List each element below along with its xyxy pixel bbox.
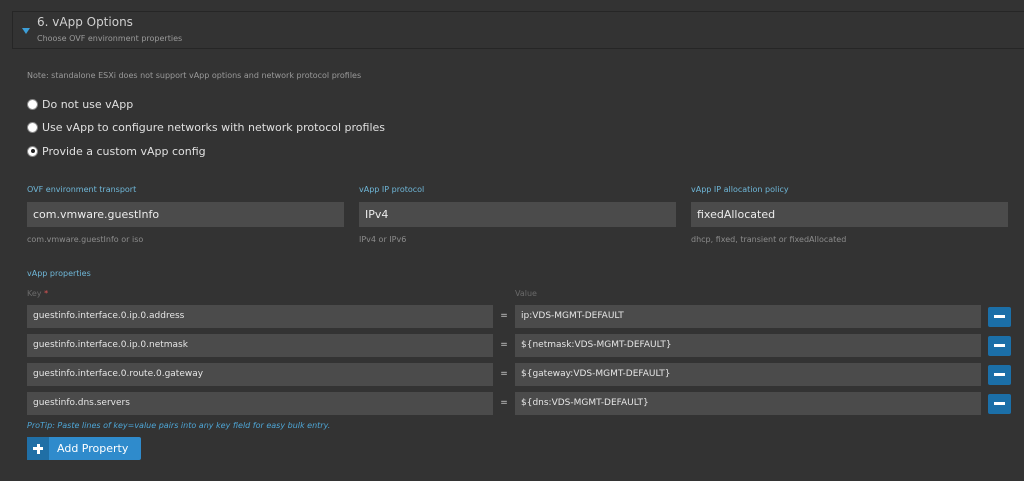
add-property-label: Add Property	[57, 442, 129, 455]
ip-protocol-help: IPv4 or IPv6	[359, 235, 407, 244]
ip-allocation-help: dhcp, fixed, transient or fixedAllocated	[691, 235, 847, 244]
radio-custom-config[interactable]: Provide a custom vApp config	[27, 143, 206, 159]
property-value-input[interactable]: ${gateway:VDS-MGMT-DEFAULT}	[515, 363, 981, 386]
property-row: guestinfo.interface.0.ip.0.address = ip:…	[0, 305, 1024, 328]
radio-network-profiles[interactable]: Use vApp to configure networks with netw…	[27, 119, 385, 135]
remove-property-button[interactable]	[988, 394, 1011, 414]
transport-label: OVF environment transport	[27, 185, 137, 194]
radio-label: Provide a custom vApp config	[42, 144, 206, 158]
required-mark: *	[44, 289, 49, 298]
remove-property-button[interactable]	[988, 365, 1011, 385]
equals-sign: =	[500, 340, 508, 350]
radio-label: Do not use vApp	[42, 97, 134, 111]
equals-sign: =	[500, 398, 508, 408]
transport-help: com.vmware.guestInfo or iso	[27, 235, 144, 244]
add-property-button[interactable]: Add Property	[27, 437, 141, 460]
minus-icon	[994, 373, 1005, 376]
transport-input[interactable]: com.vmware.guestInfo	[27, 202, 344, 227]
section-header[interactable]: 6. vApp Options Choose OVF environment p…	[12, 11, 1024, 49]
ip-allocation-input[interactable]: fixedAllocated	[691, 202, 1008, 227]
plus-icon	[27, 437, 49, 460]
property-key-input[interactable]: guestinfo.interface.0.route.0.gateway	[27, 363, 493, 386]
section-title: 6. vApp Options	[37, 15, 133, 29]
radio-no-vapp[interactable]: Do not use vApp	[27, 96, 133, 112]
section-subtitle: Choose OVF environment properties	[37, 34, 183, 43]
vapp-properties-title: vApp properties	[27, 269, 91, 278]
property-row: guestinfo.dns.servers = ${dns:VDS-MGMT-D…	[0, 392, 1024, 415]
equals-sign: =	[500, 311, 508, 321]
property-value-input[interactable]: ip:VDS-MGMT-DEFAULT	[515, 305, 981, 328]
property-value-input[interactable]: ${dns:VDS-MGMT-DEFAULT}	[515, 392, 981, 415]
remove-property-button[interactable]	[988, 336, 1011, 356]
collapse-caret-icon[interactable]	[22, 28, 30, 34]
key-header-text: Key	[27, 289, 42, 298]
vapp-options-page: 6. vApp Options Choose OVF environment p…	[0, 0, 1024, 481]
esxi-note: Note: standalone ESXi does not support v…	[27, 71, 362, 80]
radio-button-checked[interactable]	[27, 145, 38, 157]
minus-icon	[994, 402, 1005, 405]
ip-protocol-input[interactable]: IPv4	[359, 202, 676, 227]
radio-button[interactable]	[27, 98, 38, 110]
property-row: guestinfo.interface.0.ip.0.netmask = ${n…	[0, 334, 1024, 357]
equals-sign: =	[500, 369, 508, 379]
protip-text: ProTip: Paste lines of key=value pairs i…	[27, 421, 331, 430]
property-key-input[interactable]: guestinfo.interface.0.ip.0.netmask	[27, 334, 493, 357]
remove-property-button[interactable]	[988, 307, 1011, 327]
property-key-input[interactable]: guestinfo.dns.servers	[27, 392, 493, 415]
ip-protocol-label: vApp IP protocol	[359, 185, 425, 194]
property-row: guestinfo.interface.0.route.0.gateway = …	[0, 363, 1024, 386]
radio-button[interactable]	[27, 121, 38, 133]
minus-icon	[994, 315, 1005, 318]
value-column-header: Value	[515, 289, 537, 298]
property-value-input[interactable]: ${netmask:VDS-MGMT-DEFAULT}	[515, 334, 981, 357]
minus-icon	[994, 344, 1005, 347]
property-key-input[interactable]: guestinfo.interface.0.ip.0.address	[27, 305, 493, 328]
ip-allocation-label: vApp IP allocation policy	[691, 185, 789, 194]
key-column-header: Key *	[27, 289, 48, 298]
radio-label: Use vApp to configure networks with netw…	[42, 120, 386, 134]
